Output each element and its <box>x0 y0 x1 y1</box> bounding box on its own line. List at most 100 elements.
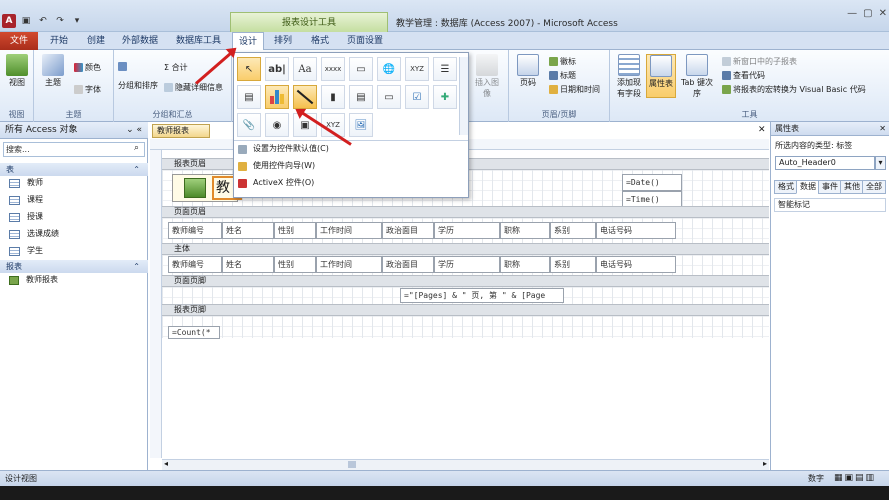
tab-file[interactable]: 文件 <box>0 32 38 50</box>
tab-arrange[interactable]: 排列 <box>274 32 292 50</box>
list-box-icon[interactable]: ▤ <box>349 85 373 109</box>
date-time-button[interactable]: 日期和时间 <box>549 84 600 95</box>
group-sort-label-button[interactable]: 分组和排序 <box>118 80 158 91</box>
header-label-title[interactable]: 职称 <box>500 222 550 239</box>
scroll-left-icon[interactable]: ◂ <box>164 459 168 468</box>
convert-macros-button[interactable]: 将报表的宏转换为 Visual Basic 代码 <box>722 84 866 95</box>
detail-textbox-name[interactable]: 姓名 <box>222 256 274 273</box>
hyperlink-control-icon[interactable]: 🌐 <box>377 57 401 81</box>
header-label-education[interactable]: 学历 <box>434 222 500 239</box>
close-document-icon[interactable]: ✕ <box>758 125 766 135</box>
section-page-header[interactable]: 页面页眉 <box>162 206 769 218</box>
logo-button[interactable]: 徽标 <box>549 56 576 67</box>
tab-external-data[interactable]: 外部数据 <box>122 32 158 50</box>
colors-button[interactable]: 颜色 <box>74 62 101 73</box>
header-label-department[interactable]: 系别 <box>550 222 596 239</box>
tab-create[interactable]: 创建 <box>87 32 105 50</box>
count-textbox[interactable]: =Count(* <box>168 326 220 339</box>
chevron-down-icon[interactable]: ⌄ « <box>126 122 142 139</box>
search-icon[interactable]: ⌕ <box>134 143 139 153</box>
detail-textbox-work-time[interactable]: 工作时间 <box>316 256 382 273</box>
customize-qat-icon[interactable]: ▾ <box>70 14 84 28</box>
prop-tab-event[interactable]: 事件 <box>818 180 842 194</box>
scroll-thumb[interactable] <box>348 461 356 468</box>
prop-tab-format[interactable]: 格式 <box>774 180 798 194</box>
prop-tab-other[interactable]: 其他 <box>840 180 864 194</box>
insert-image-button[interactable]: 插入图像 <box>472 54 502 99</box>
detail-textbox-title[interactable]: 职称 <box>500 256 550 273</box>
image-control-icon[interactable]: 🖼 <box>349 113 373 137</box>
gallery-scrollbar[interactable] <box>459 57 468 135</box>
textbox-control-icon[interactable]: ab| <box>265 57 289 81</box>
scroll-right-icon[interactable]: ▸ <box>763 459 767 468</box>
group-sort-button[interactable] <box>118 62 127 71</box>
undo-icon[interactable]: ↶ <box>36 14 50 28</box>
header-label-teacher-id[interactable]: 教师编号 <box>168 222 222 239</box>
unbound-object-frame-icon[interactable]: ✚ <box>433 85 457 109</box>
option-button-icon[interactable]: ◉ <box>265 113 289 137</box>
selection-dropdown[interactable]: Auto_Header0 <box>775 156 875 170</box>
tab-database-tools[interactable]: 数据库工具 <box>176 32 221 50</box>
subreport-button[interactable]: 新窗口中的子报表 <box>722 56 797 67</box>
smart-tags-row[interactable]: 智能标记 <box>774 198 886 212</box>
minimize-button[interactable]: — <box>847 8 857 19</box>
nav-search-input[interactable]: 搜索... <box>3 142 145 157</box>
nav-section-tables[interactable]: 表 ⌃ <box>0 163 148 176</box>
nav-item-student[interactable]: 学生 <box>9 244 43 258</box>
menu-set-default[interactable]: 设置为控件默认值(C) <box>238 141 329 157</box>
menu-control-wizard[interactable]: 使用控件向导(W) <box>238 158 315 174</box>
section-page-footer[interactable]: 页面页脚 <box>162 275 769 287</box>
section-detail[interactable]: 主体 <box>162 243 769 255</box>
fonts-button[interactable]: 字体 <box>74 84 101 95</box>
close-button[interactable]: ✕ <box>879 8 887 19</box>
header-label-name[interactable]: 姓名 <box>222 222 274 239</box>
redo-icon[interactable]: ↷ <box>53 14 67 28</box>
access-app-icon[interactable]: A <box>2 14 16 28</box>
tab-order-button[interactable]: Tab 键次序 <box>678 54 716 99</box>
chevron-down-icon[interactable]: ▾ <box>875 156 886 170</box>
nav-item-teacher[interactable]: 教师 <box>9 176 43 190</box>
date-textbox[interactable]: =Date() <box>622 174 682 191</box>
view-button[interactable]: 视图 <box>2 54 32 88</box>
page-break-icon[interactable]: ☰ <box>433 57 457 81</box>
property-sheet-button[interactable]: 属性表 <box>646 54 676 98</box>
nav-item-teaching[interactable]: 授课 <box>9 210 43 224</box>
themes-button[interactable]: 主题 <box>38 54 68 88</box>
rectangle-control-icon[interactable]: ▭ <box>377 85 401 109</box>
checkbox-control-icon[interactable]: ☑ <box>405 85 429 109</box>
nav-section-reports[interactable]: 报表 ⌃ <box>0 260 148 273</box>
detail-textbox-department[interactable]: 系别 <box>550 256 596 273</box>
horizontal-scrollbar[interactable]: ◂ ▸ <box>162 459 769 470</box>
maximize-button[interactable]: ▢ <box>863 8 872 19</box>
hide-details-button[interactable]: 隐藏详细信息 <box>164 82 223 93</box>
page-number-button[interactable]: 页码 <box>513 54 543 88</box>
add-fields-button[interactable]: 添加现有字段 <box>614 54 644 99</box>
prop-tab-data[interactable]: 数据 <box>796 180 820 194</box>
select-pointer-icon[interactable]: ↖ <box>237 57 261 81</box>
nav-pane-header[interactable]: 所有 Access 对象 ⌄ « <box>0 122 148 139</box>
combo-box-icon[interactable]: ▤ <box>237 85 261 109</box>
view-switch-icons[interactable]: ▦▣▤▥ <box>834 473 876 483</box>
page-number-textbox[interactable]: ="[Pages] & " 页, 第 " & [Page <box>400 288 564 303</box>
tab-page-setup[interactable]: 页面设置 <box>347 32 383 50</box>
label-control-icon[interactable]: Aa <box>293 57 317 81</box>
menu-activex[interactable]: ActiveX 控件(O) <box>238 175 314 191</box>
button-control-icon[interactable]: xxxx <box>321 57 345 81</box>
section-report-footer[interactable]: 报表页脚 <box>162 304 769 316</box>
header-label-political[interactable]: 政治面目 <box>382 222 434 239</box>
prop-tab-all[interactable]: 全部 <box>862 180 886 194</box>
close-icon[interactable]: ✕ <box>879 122 886 136</box>
attachment-control-icon[interactable]: 📎 <box>237 113 261 137</box>
document-tab[interactable]: 教师报表 <box>152 124 210 138</box>
detail-textbox-political[interactable]: 政治面目 <box>382 256 434 273</box>
header-label-gender[interactable]: 性别 <box>274 222 316 239</box>
tab-format[interactable]: 格式 <box>311 32 329 50</box>
chart-control-icon[interactable] <box>265 85 289 109</box>
tab-control-icon[interactable]: ▭ <box>349 57 373 81</box>
view-code-button[interactable]: 查看代码 <box>722 70 765 81</box>
detail-textbox-teacher-id[interactable]: 教师编号 <box>168 256 222 273</box>
save-icon[interactable]: ▣ <box>19 14 33 28</box>
header-label-work-time[interactable]: 工作时间 <box>316 222 382 239</box>
logo-image[interactable] <box>184 178 206 198</box>
toggle-button-icon[interactable]: ▮ <box>321 85 345 109</box>
